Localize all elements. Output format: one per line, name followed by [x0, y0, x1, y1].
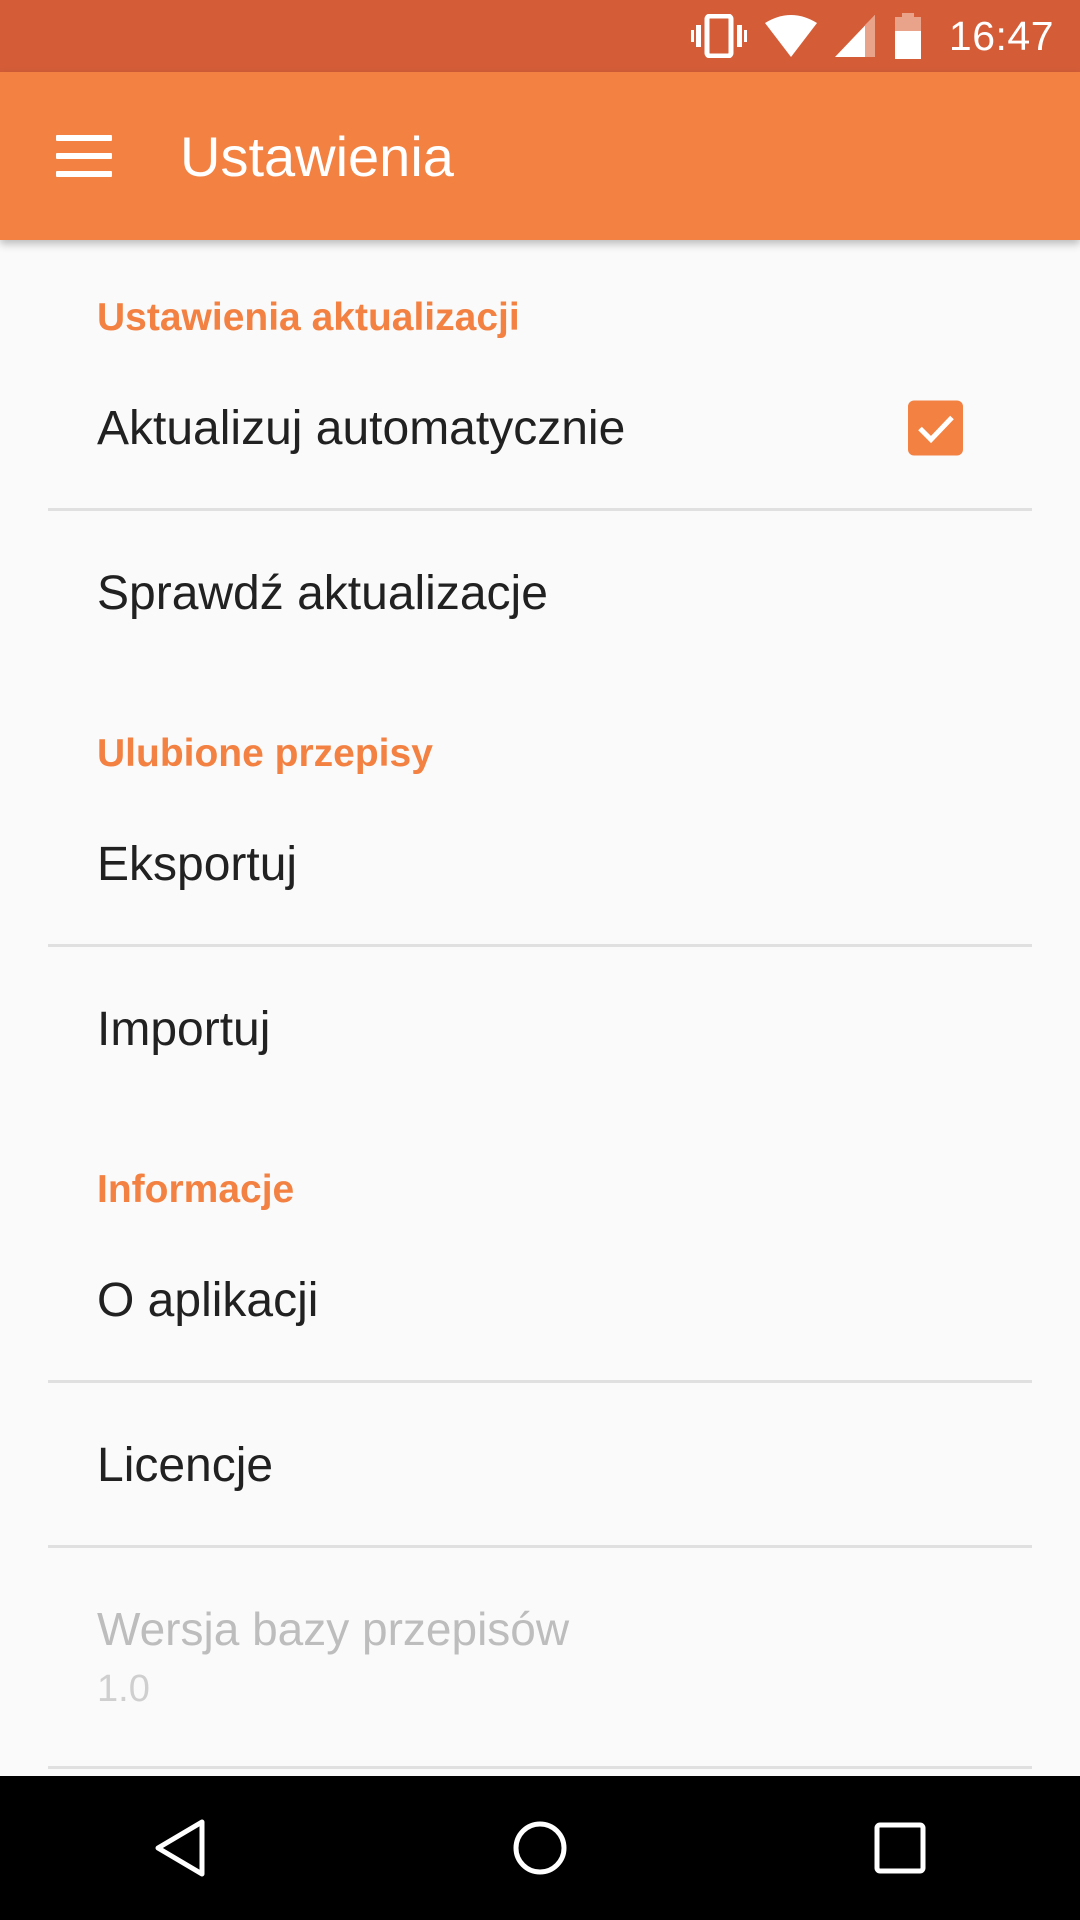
- pref-auto-update[interactable]: Aktualizuj automatycznie: [0, 346, 1080, 510]
- pref-licenses-label: Licencje: [97, 1438, 274, 1492]
- pref-auto-update-label: Aktualizuj automatycznie: [97, 401, 626, 455]
- pref-licenses[interactable]: Licencje: [0, 1383, 1080, 1547]
- category-favorite-recipes: Ulubione przepisy: [97, 732, 433, 775]
- database-version-title: Wersja bazy przepisów: [97, 1603, 570, 1655]
- pref-about-app[interactable]: O aplikacji: [0, 1218, 1080, 1382]
- category-update-settings: Ustawienia aktualizacji: [97, 296, 520, 339]
- preferences-list: Ustawienia aktualizacji Aktualizuj autom…: [0, 240, 1080, 1776]
- pref-export[interactable]: Eksportuj: [0, 782, 1080, 946]
- app-bar: Ustawienia: [0, 72, 1080, 240]
- divider: [48, 1766, 1032, 1769]
- pref-check-updates[interactable]: Sprawdź aktualizacje: [0, 511, 1080, 675]
- pref-export-label: Eksportuj: [97, 837, 298, 891]
- pref-about-app-label: O aplikacji: [97, 1273, 319, 1327]
- hamburger-menu-icon[interactable]: [42, 114, 126, 198]
- wifi-icon: [764, 15, 817, 57]
- recents-icon[interactable]: [840, 1788, 960, 1908]
- back-icon[interactable]: [120, 1788, 240, 1908]
- signal-icon: [834, 15, 875, 57]
- category-information: Informacje: [97, 1168, 295, 1211]
- home-icon[interactable]: [480, 1788, 600, 1908]
- vibrate-icon: [690, 14, 747, 58]
- auto-update-checkbox[interactable]: [908, 400, 963, 456]
- status-bar: 16:47: [0, 0, 1080, 72]
- page-title: Ustawienia: [180, 124, 454, 188]
- divider: [48, 1545, 1032, 1548]
- navigation-bar: [0, 1776, 1080, 1920]
- pref-check-updates-label: Sprawdź aktualizacje: [97, 566, 548, 620]
- pref-import-label: Importuj: [97, 1002, 271, 1056]
- status-icons: 16:47: [690, 0, 1054, 72]
- check-icon: [917, 415, 954, 443]
- database-version-value: 1.0: [97, 1668, 150, 1710]
- battery-icon: [893, 13, 923, 59]
- pref-import[interactable]: Importuj: [0, 947, 1080, 1111]
- status-time: 16:47: [948, 12, 1054, 59]
